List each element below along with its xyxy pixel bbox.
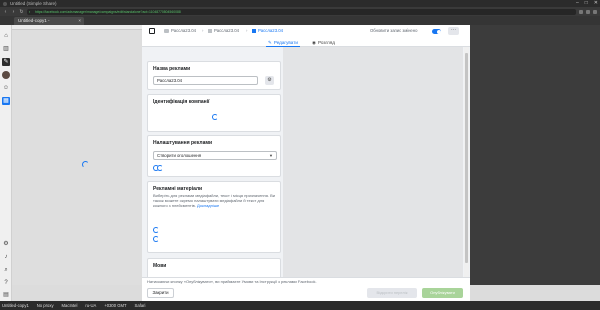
terms-notice: Натискаючи кнопку «Опублікувати», ви при…	[147, 279, 317, 284]
company-id-card: Ідентифікація компанії	[147, 94, 281, 132]
publish-button[interactable]: Опублікувати	[422, 288, 463, 298]
grid-icon[interactable]: ▤	[2, 291, 10, 299]
url-text: https://facebook.com/adsmanager/manage/c…	[35, 9, 181, 14]
panel-toggle-icon[interactable]	[149, 28, 155, 34]
breadcrumb-adset[interactable]: Рассла23.04	[208, 28, 239, 34]
maximize-icon[interactable]: □	[585, 0, 588, 6]
tab-edit[interactable]: ✎ Редагувати	[266, 39, 300, 47]
more-options-button[interactable]: ···	[448, 27, 459, 35]
status-locale: ru-UA	[85, 303, 97, 308]
breadcrumb-ad[interactable]: Рассла23.04	[252, 28, 283, 34]
status-browser: Safari	[134, 303, 146, 308]
ad-name-card: Назва реклами Рассла23.04 ⚙	[147, 61, 281, 90]
campaign-list-panel	[12, 25, 142, 285]
card-title: Назва реклами	[153, 66, 191, 72]
extension-icons	[579, 9, 597, 14]
status-platform: MacIntel	[61, 303, 78, 308]
close-icon[interactable]: ×	[78, 17, 81, 25]
extension-icon[interactable]	[586, 9, 590, 14]
chevron-down-icon: ▼	[269, 153, 273, 158]
learn-more-link[interactable]: Докладніше	[197, 203, 219, 208]
address-bar-row: ‹ › ↻ ▪ https://facebook.com/adsmanager/…	[0, 7, 600, 16]
lock-icon: ▪	[29, 9, 31, 14]
avatar[interactable]: ●	[2, 71, 10, 79]
creative-description: Виберіть для реклами медіафайли, текст і…	[153, 193, 276, 208]
status-profile: Untitled-copy1	[2, 303, 29, 308]
minimize-icon[interactable]: –	[576, 0, 579, 6]
extension-icon[interactable]	[593, 9, 597, 14]
tab-preview[interactable]: ◉ Розгляд	[312, 39, 335, 47]
left-nav-rail: ⌂ ▥ ✎ ● ☺ ▦ ⚙ ♪ ⌕ ? ▤	[0, 25, 12, 301]
table-icon[interactable]: ▦	[2, 97, 10, 105]
card-title: Мови	[153, 263, 167, 269]
close-window-icon[interactable]: ✕	[594, 0, 598, 6]
window-titlebar: Untitled (Simple Share) – □ ✕	[0, 0, 600, 7]
panel-header	[12, 25, 142, 30]
creative-card: Рекламні матеріали Виберіть для реклами …	[147, 181, 281, 253]
status-proxy: No proxy	[36, 303, 54, 308]
home-icon[interactable]: ⌂	[2, 32, 10, 40]
ad-preview-pane	[283, 47, 463, 285]
ad-editor: Рассла23.04 › Рассла23.04 › Рассла23.04 …	[142, 25, 470, 288]
status-bar: Untitled-copy1 No proxy MacIntel ru-UA +…	[0, 301, 600, 310]
adset-icon	[208, 29, 212, 33]
help-icon[interactable]: ?	[2, 279, 10, 287]
editor-scroll-area: Назва реклами Рассла23.04 ⚙ Ідентифікаці…	[142, 47, 470, 288]
pencil-icon: ✎	[268, 40, 272, 45]
loading-spinner	[157, 165, 163, 171]
loading-spinner	[82, 161, 89, 168]
app-icon	[3, 1, 7, 6]
scroll-thumb[interactable]	[465, 53, 468, 263]
back-icon[interactable]: ‹	[3, 9, 8, 15]
folder-icon	[164, 29, 169, 33]
ad-name-input[interactable]: Рассла23.04	[153, 76, 258, 85]
ad-setup-card: Налаштування реклами Створити оголошення…	[147, 135, 281, 177]
loading-spinner	[212, 114, 218, 120]
settings-gear-icon[interactable]: ⚙	[265, 76, 274, 85]
gear-icon[interactable]: ⚙	[2, 240, 10, 248]
loading-spinner	[153, 227, 159, 233]
url-field[interactable]: ▪ https://facebook.com/adsmanager/manage…	[27, 8, 576, 15]
card-title: Рекламні матеріали	[153, 186, 203, 192]
ad-creation-select[interactable]: Створити оголошення ▼	[153, 151, 277, 160]
window-title: Untitled (Simple Share)	[10, 1, 57, 6]
card-title: Налаштування реклами	[153, 140, 213, 146]
forward-icon[interactable]: ›	[11, 9, 16, 15]
editor-footer: Натискаючи кнопку «Опублікувати», ви при…	[142, 277, 470, 301]
loading-spinner	[153, 236, 159, 242]
close-button[interactable]: Закрити	[147, 288, 174, 298]
card-title: Ідентифікація компанії	[153, 99, 210, 105]
chevron-right-icon: ›	[246, 28, 248, 33]
extension-icon[interactable]	[579, 9, 583, 14]
chart-icon[interactable]: ▥	[2, 45, 10, 53]
browser-tab[interactable]: Untitled-copy1 - www.facebook.com ×	[14, 17, 84, 31]
ad-icon	[252, 29, 256, 33]
review-button[interactable]: Відкрити перелік	[367, 288, 417, 298]
window-controls: – □ ✕	[576, 0, 598, 6]
editor-header: Рассла23.04 › Рассла23.04 › Рассла23.04 …	[142, 25, 470, 47]
status-timezone: +0300 GMT	[104, 303, 127, 308]
search-icon[interactable]: ⌕	[2, 266, 10, 274]
bell-icon[interactable]: ♪	[2, 253, 10, 261]
chevron-right-icon: ›	[202, 28, 204, 33]
tab-strip: Untitled-copy1 - www.facebook.com ×	[0, 16, 600, 31]
scrollbar[interactable]	[464, 47, 469, 285]
reload-icon[interactable]: ↻	[19, 9, 24, 15]
autosave-toggle[interactable]	[432, 29, 441, 34]
breadcrumb-campaign[interactable]: Рассла23.04	[164, 28, 196, 34]
edit-icon[interactable]: ✎	[2, 58, 10, 66]
background-overlay	[470, 25, 600, 285]
autosave-label: Обновити запис змінено	[370, 28, 418, 33]
eye-icon: ◉	[312, 40, 317, 45]
emoji-icon[interactable]: ☺	[2, 84, 10, 92]
